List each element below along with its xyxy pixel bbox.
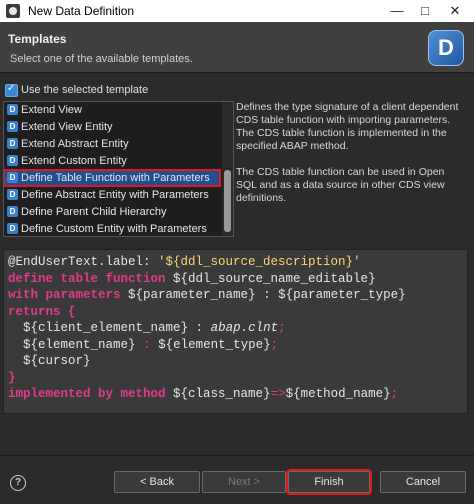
page-description: Select one of the available templates. bbox=[10, 53, 193, 65]
code-variable: ${cursor} bbox=[23, 354, 91, 368]
next-button[interactable]: Next > bbox=[202, 471, 286, 493]
template-item-abstract-entity-params[interactable]: D Define Abstract Entity with Parameters bbox=[4, 187, 220, 203]
code-variable: ${parameter_name} bbox=[128, 288, 256, 302]
template-icon: D bbox=[7, 206, 18, 217]
template-label: Define Table Function with Parameters bbox=[21, 172, 210, 184]
help-icon[interactable]: ? bbox=[10, 475, 26, 491]
template-icon: D bbox=[7, 104, 18, 115]
close-button[interactable]: ✕ bbox=[442, 0, 468, 22]
scrollbar-thumb[interactable] bbox=[224, 170, 231, 232]
code-punct: ; bbox=[390, 387, 399, 401]
template-label: Define Parent Child Hierarchy bbox=[21, 206, 167, 218]
cancel-button[interactable]: Cancel bbox=[380, 471, 466, 493]
window-title: New Data Definition bbox=[28, 4, 135, 18]
template-label: Extend View Entity bbox=[21, 121, 113, 133]
app-icon bbox=[6, 4, 20, 18]
template-item-parent-child-hierarchy[interactable]: D Define Parent Child Hierarchy bbox=[4, 204, 220, 220]
template-icon: D bbox=[7, 223, 18, 234]
code-variable: ${client_element_name} bbox=[23, 321, 189, 335]
page-title: Templates bbox=[8, 32, 67, 46]
template-list[interactable]: D Extend View D Extend View Entity D Ext… bbox=[3, 101, 234, 237]
back-button[interactable]: < Back bbox=[114, 471, 200, 493]
header-divider bbox=[0, 72, 474, 73]
code-punct: ; bbox=[278, 321, 286, 335]
template-icon: D bbox=[7, 172, 18, 183]
template-label: Extend Custom Entity bbox=[21, 155, 127, 167]
use-template-label[interactable]: Use the selected template bbox=[21, 84, 148, 96]
template-item-extend-custom-entity[interactable]: D Extend Custom Entity bbox=[4, 153, 220, 169]
code-string: '${ddl_source_description}' bbox=[158, 255, 361, 269]
code-keyword: returns { bbox=[8, 304, 76, 319]
code-variable: ${parameter_type} bbox=[278, 288, 406, 302]
code-punct: : bbox=[135, 337, 159, 352]
code-variable: ${method_name} bbox=[285, 387, 391, 401]
code-punct: : bbox=[255, 288, 279, 302]
use-template-checkbox[interactable] bbox=[5, 83, 18, 97]
template-preview: @EndUserText.label: '${ddl_source_descri… bbox=[3, 249, 468, 414]
finish-button[interactable]: Finish bbox=[286, 469, 372, 495]
description-paragraph: The CDS table function can be used in Op… bbox=[236, 166, 445, 204]
ddl-logo-icon: D bbox=[428, 30, 464, 66]
template-item-extend-abstract-entity[interactable]: D Extend Abstract Entity bbox=[4, 136, 220, 152]
template-list-scrollbar[interactable] bbox=[222, 102, 233, 236]
footer-divider bbox=[0, 455, 474, 456]
code-annotation: @EndUserText.label: bbox=[8, 255, 159, 269]
template-icon: D bbox=[7, 138, 18, 149]
template-label: Define Custom Entity with Parameters bbox=[21, 223, 207, 235]
minimize-button[interactable]: — bbox=[384, 0, 410, 22]
code-punct: => bbox=[270, 387, 286, 401]
code-keyword: implemented by method bbox=[8, 387, 174, 401]
code-variable: ${ddl_source_name_editable} bbox=[173, 271, 376, 286]
template-icon: D bbox=[7, 189, 18, 200]
template-label: Extend Abstract Entity bbox=[21, 138, 129, 150]
title-bar: New Data Definition — □ ✕ bbox=[0, 0, 474, 22]
code-variable: ${class_name} bbox=[173, 387, 271, 401]
template-item-extend-view-entity[interactable]: D Extend View Entity bbox=[4, 119, 220, 135]
template-item-custom-entity-params[interactable]: D Define Custom Entity with Parameters bbox=[4, 221, 220, 236]
code-keyword: with parameters bbox=[8, 288, 129, 302]
template-description: Defines the type signature of a client d… bbox=[236, 101, 466, 218]
code-keyword: } bbox=[8, 370, 16, 385]
template-label: Extend View bbox=[21, 104, 82, 116]
code-punct: ; bbox=[270, 337, 279, 352]
code-variable: ${element_type} bbox=[158, 337, 271, 352]
code-variable: ${element_name} bbox=[23, 337, 136, 352]
code-keyword: define table function bbox=[8, 271, 174, 286]
code-punct: : bbox=[188, 321, 211, 335]
template-item-extend-view[interactable]: D Extend View bbox=[4, 102, 220, 118]
code-type: abap.clnt bbox=[210, 321, 279, 335]
template-icon: D bbox=[7, 121, 18, 132]
template-item-table-function-params[interactable]: D Define Table Function with Parameters bbox=[4, 169, 221, 187]
description-paragraph: Defines the type signature of a client d… bbox=[236, 101, 459, 152]
maximize-button[interactable]: □ bbox=[412, 0, 438, 22]
template-label: Define Abstract Entity with Parameters bbox=[21, 189, 209, 201]
template-icon: D bbox=[7, 155, 18, 166]
wizard-header: Templates Select one of the available te… bbox=[0, 22, 474, 72]
